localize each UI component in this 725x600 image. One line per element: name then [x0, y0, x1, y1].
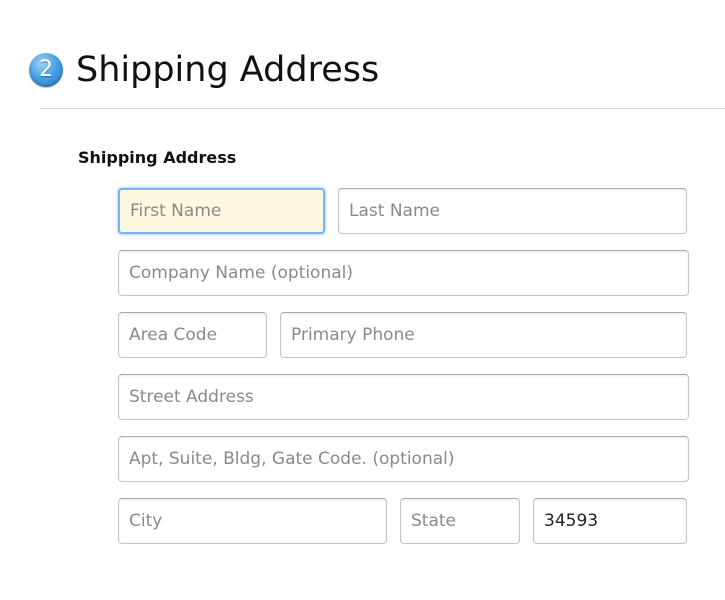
section-divider [40, 108, 725, 109]
section-title: Shipping Address [76, 50, 380, 90]
shipping-address-page: 2 Shipping Address Shipping Address [0, 0, 725, 600]
company-name-input[interactable] [118, 250, 689, 296]
street-address-input[interactable] [118, 374, 689, 420]
primary-phone-input[interactable] [280, 312, 687, 358]
state-input[interactable] [400, 498, 520, 544]
city-input[interactable] [118, 498, 387, 544]
apt-suite-input[interactable] [118, 436, 689, 482]
first-name-input[interactable] [118, 188, 325, 234]
step-number-badge: 2 [29, 53, 63, 87]
zip-code-input[interactable] [533, 498, 687, 544]
area-code-input[interactable] [118, 312, 267, 358]
form-label: Shipping Address [78, 148, 237, 167]
last-name-input[interactable] [338, 188, 687, 234]
